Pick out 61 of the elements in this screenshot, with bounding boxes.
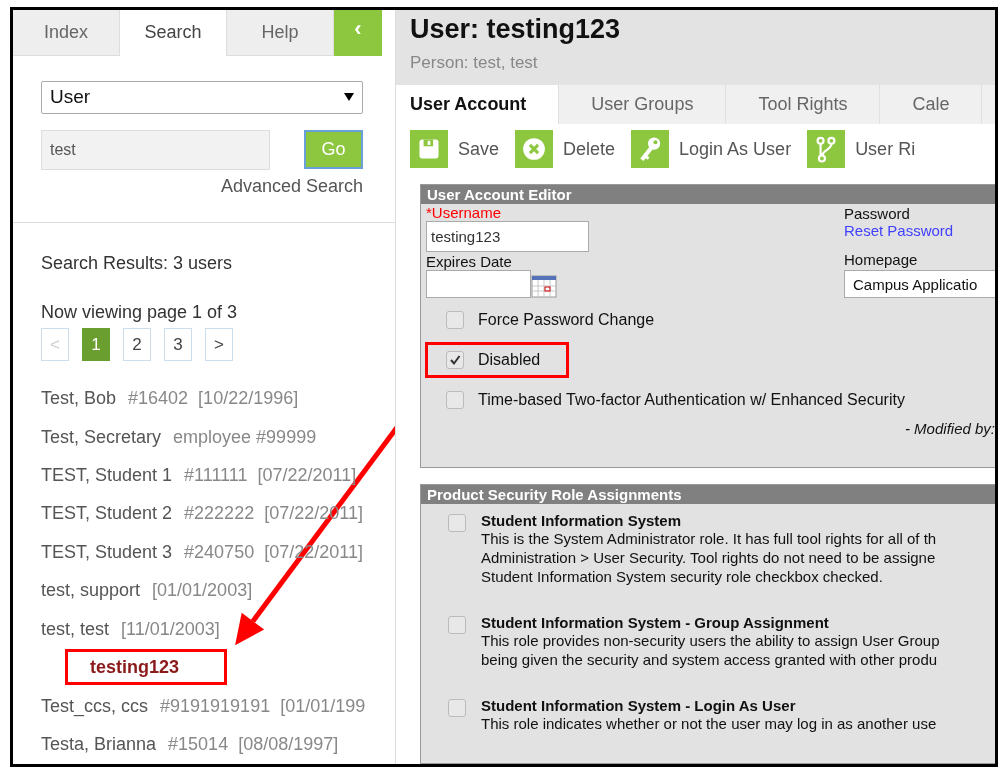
toolbar-button[interactable]: User Ri bbox=[807, 130, 916, 169]
checkbox[interactable] bbox=[448, 616, 466, 635]
delete-icon bbox=[515, 130, 554, 169]
search-result-item[interactable]: test, support [01/01/2003] bbox=[41, 571, 253, 610]
panel-header: Product Security Role Assignments bbox=[421, 485, 995, 505]
branch-icon bbox=[807, 130, 846, 169]
search-result-item[interactable]: testing123 bbox=[65, 649, 228, 686]
search-result-item[interactable]: test, test [11/01/2003] bbox=[41, 609, 220, 649]
role-name: Student Information System - Login As User bbox=[481, 697, 797, 715]
search-field[interactable]: test bbox=[41, 129, 270, 170]
field-label: Homepage bbox=[844, 251, 919, 269]
homepage-dropdown[interactable]: Campus Applicatio bbox=[844, 270, 995, 299]
page-button[interactable]: 3 bbox=[164, 328, 192, 362]
tab[interactable]: User Account bbox=[396, 85, 560, 125]
page-title: User: testing123 bbox=[410, 14, 622, 45]
panel-header: User Account Editor bbox=[421, 185, 995, 205]
sidebar-tab[interactable]: Help bbox=[227, 10, 334, 56]
advanced-search-link[interactable]: Advanced Search bbox=[220, 175, 363, 197]
search-result-item[interactable]: Test_ccs, ccs #9191919191 [01/01/199 bbox=[41, 687, 366, 726]
page-button[interactable]: 2 bbox=[123, 328, 151, 362]
checkbox[interactable] bbox=[448, 699, 466, 718]
role-description: This is the System Administrator role. It has full tool rights for all of th Administration > User Security. Tool rights do not need to be assigne Student Information System security role checkbox checked. bbox=[481, 529, 937, 587]
results-summary: Search Results: 3 users bbox=[41, 253, 234, 275]
reset-password-link[interactable]: Reset Password bbox=[844, 222, 995, 240]
date-field[interactable] bbox=[426, 270, 531, 299]
search-result-item[interactable]: Test, Bob #16402 [10/22/1996] bbox=[41, 379, 299, 418]
checkbox[interactable] bbox=[446, 311, 464, 330]
checkbox-label: Force Password Change bbox=[478, 311, 655, 330]
search-result-item[interactable]: Test, Secretary employee #99999 bbox=[41, 417, 317, 457]
page-button[interactable]: > bbox=[205, 328, 233, 362]
field-label: Password bbox=[844, 205, 911, 223]
calendar-icon bbox=[531, 274, 557, 299]
checkbox[interactable] bbox=[446, 391, 464, 410]
check-icon bbox=[449, 354, 461, 367]
search-result-item[interactable]: Testa, Brianna #15014 [08/08/1997] bbox=[41, 725, 339, 764]
username-field[interactable]: testing123 bbox=[426, 221, 589, 253]
field-label: *Username bbox=[426, 204, 503, 222]
search-result-item[interactable]: TEST, Student 1 #111111 [07/22/2011] bbox=[41, 456, 357, 495]
key-icon bbox=[631, 130, 670, 169]
dropdown-arrow-icon bbox=[344, 92, 354, 103]
role-description: This role indicates whether or not the user may log in as another use bbox=[481, 714, 937, 734]
search-type-dropdown[interactable]: User bbox=[41, 80, 363, 114]
sidebar-tab[interactable]: Index bbox=[13, 10, 120, 56]
role-name: Student Information System - Group Assignment bbox=[481, 614, 830, 632]
tab[interactable]: Tool Rights bbox=[726, 85, 881, 125]
toolbar-button[interactable]: Delete bbox=[515, 130, 616, 169]
checkbox-label: Disabled bbox=[478, 351, 541, 370]
toolbar-button[interactable]: Login As User bbox=[631, 130, 792, 169]
page-info: Now viewing page 1 of 3 bbox=[41, 302, 239, 324]
checkbox[interactable] bbox=[448, 514, 466, 533]
checkbox-label: Time-based Two-factor Authentication w/ Enhanced Security bbox=[478, 391, 905, 410]
checkbox[interactable] bbox=[446, 351, 464, 370]
tab[interactable]: Cale bbox=[880, 85, 983, 125]
save-icon bbox=[410, 130, 448, 169]
toolbar-button[interactable]: Save bbox=[410, 130, 500, 169]
role-description: This role provides non-security users the ability to assign User Group being given the security and system access granted with other produ bbox=[481, 631, 940, 670]
person-subtitle: Person: test, test bbox=[410, 53, 539, 73]
role-name: Student Information System bbox=[481, 512, 683, 530]
tab[interactable]: User Groups bbox=[559, 85, 727, 125]
field-label: Expires Date bbox=[426, 253, 513, 271]
modified-by-text: - Modified by: bbox=[904, 420, 995, 438]
